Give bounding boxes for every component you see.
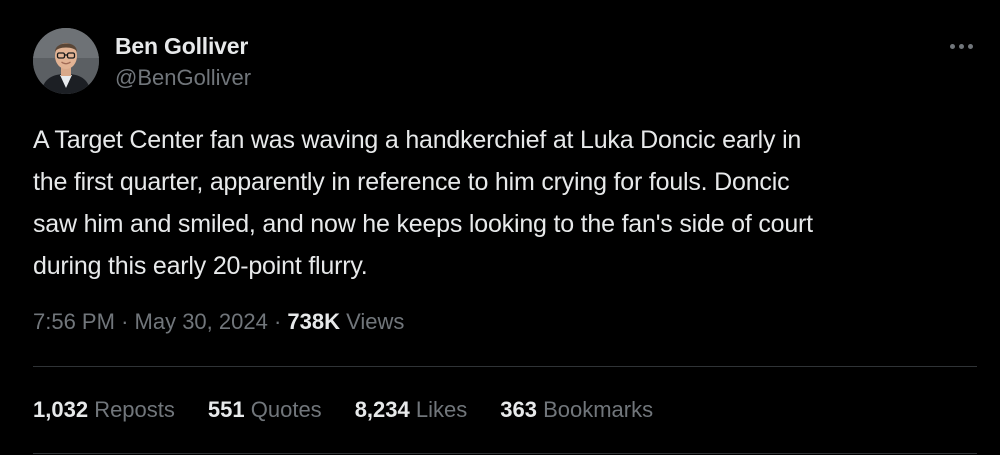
engagement-stats: 1,032 Reposts 551 Quotes 8,234 Likes 363… xyxy=(33,395,686,425)
profile-photo-icon xyxy=(33,28,99,94)
tweet-meta: 7:56 PM · May 30, 2024 · 738K Views xyxy=(33,307,404,337)
quotes-stat[interactable]: 551 Quotes xyxy=(208,395,322,425)
meta-separator: · xyxy=(121,309,129,334)
stat-count: 1,032 xyxy=(33,397,89,422)
views-count: 738K xyxy=(287,309,340,334)
stat-count: 363 xyxy=(500,397,537,422)
ellipsis-icon xyxy=(958,43,964,49)
tweet-text-line: during this early 20-point flurry. xyxy=(33,252,368,280)
bookmarks-stat[interactable]: 363 Bookmarks xyxy=(500,395,653,425)
tweet-card: Ben Golliver @BenGolliver A Target Cente… xyxy=(0,0,1000,455)
reposts-stat[interactable]: 1,032 Reposts xyxy=(33,395,175,425)
divider xyxy=(33,366,977,367)
display-name[interactable]: Ben Golliver xyxy=(115,32,251,60)
tweet-text: A Target Center fan was waving a handker… xyxy=(33,119,973,287)
meta-separator: · xyxy=(273,309,282,334)
stat-count: 8,234 xyxy=(354,397,410,422)
tweet-text-line: the first quarter, apparently in referen… xyxy=(33,168,790,196)
stat-label: Bookmarks xyxy=(543,397,654,422)
divider xyxy=(33,453,977,454)
tweet-text-line: A Target Center fan was waving a handker… xyxy=(33,126,802,154)
stat-label: Likes xyxy=(415,397,468,422)
ellipsis-icon xyxy=(967,43,973,49)
stat-label: Reposts xyxy=(94,397,175,422)
ellipsis-icon xyxy=(949,43,955,49)
views-label: Views xyxy=(346,309,405,334)
avatar[interactable] xyxy=(33,28,99,94)
user-handle[interactable]: @BenGolliver xyxy=(115,64,251,92)
likes-stat[interactable]: 8,234 Likes xyxy=(355,395,468,425)
tweet-time[interactable]: 7:56 PM xyxy=(33,309,115,334)
more-options-button[interactable] xyxy=(944,36,978,56)
tweet-text-line: saw him and smiled, and now he keeps loo… xyxy=(33,210,813,238)
stat-count: 551 xyxy=(207,397,245,422)
stat-label: Quotes xyxy=(250,397,322,422)
tweet-date[interactable]: May 30, 2024 xyxy=(135,309,268,334)
author-block: Ben Golliver @BenGolliver xyxy=(115,32,251,92)
